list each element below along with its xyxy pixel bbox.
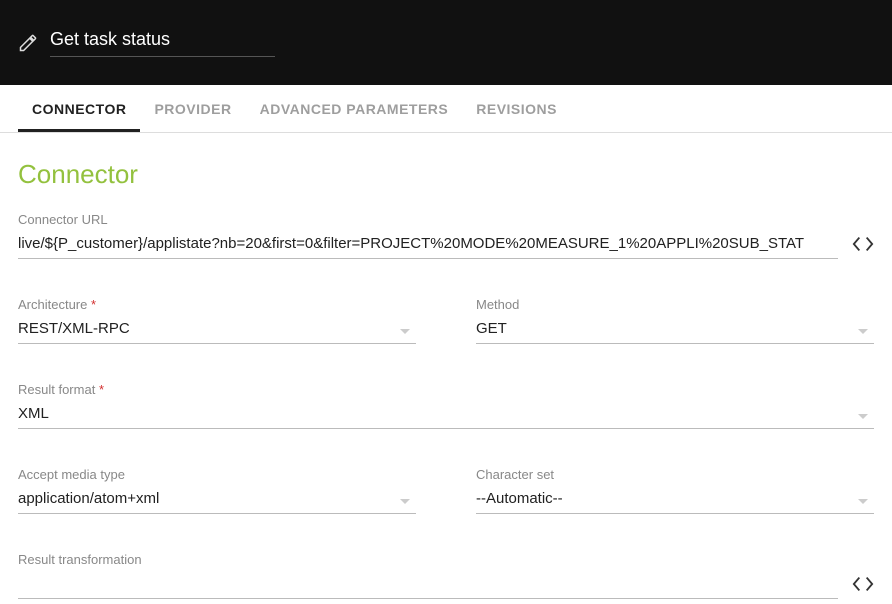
architecture-value: REST/XML-RPC — [18, 316, 416, 344]
tab-provider[interactable]: PROVIDER — [140, 85, 245, 132]
section-title: Connector — [18, 159, 874, 190]
code-icon[interactable] — [852, 573, 874, 595]
field-result-format[interactable]: Result format * XML — [18, 382, 874, 429]
result-transform-input[interactable] — [18, 571, 838, 599]
result-transform-label: Result transformation — [18, 552, 838, 567]
accept-media-label: Accept media type — [18, 467, 416, 482]
result-format-label: Result format * — [18, 382, 874, 397]
charset-label: Character set — [476, 467, 874, 482]
connector-url-label: Connector URL — [18, 212, 838, 227]
tabs: CONNECTOR PROVIDER ADVANCED PARAMETERS R… — [0, 85, 892, 133]
tab-revisions[interactable]: REVISIONS — [462, 85, 571, 132]
method-label: Method — [476, 297, 874, 312]
code-icon[interactable] — [852, 233, 874, 255]
architecture-label: Architecture * — [18, 297, 416, 312]
field-result-transformation: Result transformation — [18, 552, 838, 599]
field-charset[interactable]: Character set --Automatic-- — [476, 467, 874, 514]
method-value: GET — [476, 316, 874, 344]
accept-media-value: application/atom+xml — [18, 486, 416, 514]
tab-advanced[interactable]: ADVANCED PARAMETERS — [246, 85, 463, 132]
field-connector-url: Connector URL — [18, 212, 838, 259]
result-format-value: XML — [18, 401, 874, 429]
connector-url-input[interactable] — [18, 231, 838, 259]
tab-connector[interactable]: CONNECTOR — [18, 85, 140, 132]
page-title[interactable]: Get task status — [50, 29, 275, 57]
content-area: Connector Connector URL Architecture * R… — [0, 133, 892, 599]
charset-value: --Automatic-- — [476, 486, 874, 514]
edit-icon[interactable] — [18, 33, 38, 53]
header-bar: Get task status — [0, 0, 892, 85]
field-method[interactable]: Method GET — [476, 297, 874, 344]
field-architecture[interactable]: Architecture * REST/XML-RPC — [18, 297, 416, 344]
field-accept-media[interactable]: Accept media type application/atom+xml — [18, 467, 416, 514]
